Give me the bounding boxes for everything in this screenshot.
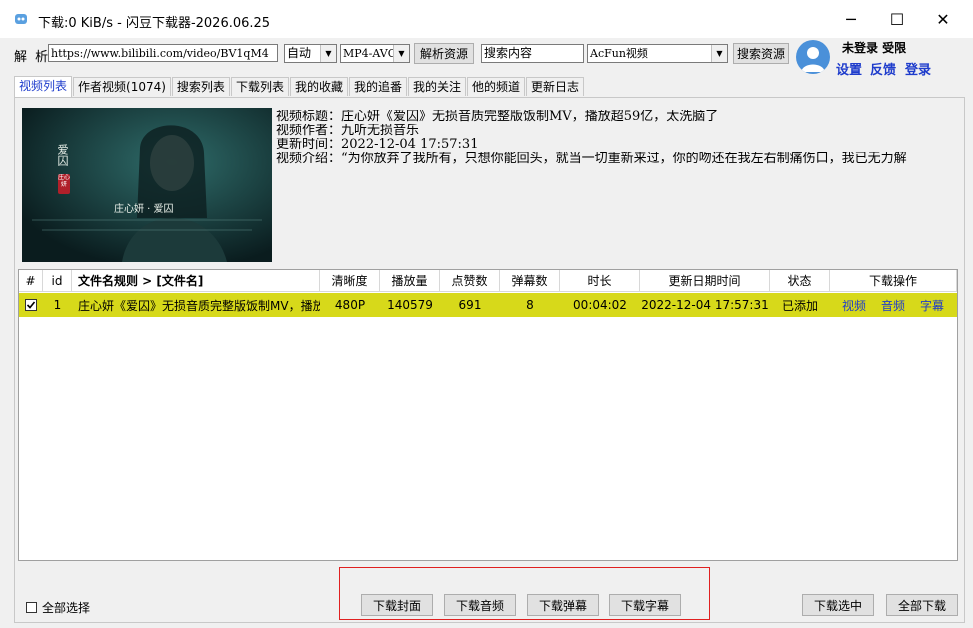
col-header-danmaku[interactable]: 弹幕数 xyxy=(500,270,560,292)
parse-button[interactable]: 解析资源 xyxy=(414,43,474,64)
row-updated: 2022-12-04 17:57:31 xyxy=(641,298,769,312)
video-title: 视频标题：庄心妍《爱囚》无损音质完整版饭制MV，播放超59亿，太洗脑了 xyxy=(276,110,719,124)
site-select[interactable]: AcFun视频 ▼ xyxy=(587,44,728,63)
tab-favorites[interactable]: 我的收藏 xyxy=(289,77,348,96)
window-title: 下载:0 KiB/s - 闪豆下载器-2026.06.25 xyxy=(38,16,271,31)
col-header-duration[interactable]: 时长 xyxy=(560,270,640,292)
select-all-label: 全部选择 xyxy=(42,601,91,615)
col-header-download-ops[interactable]: 下载操作 xyxy=(830,270,957,292)
download-cover-button[interactable]: 下载封面 xyxy=(361,594,433,616)
col-header-filename[interactable]: 文件名规则 > [文件名] xyxy=(72,270,320,292)
tab-video-list[interactable]: 视频列表 xyxy=(14,76,73,97)
row-plays: 140579 xyxy=(387,298,433,312)
mode-select-value: 自动 xyxy=(287,46,312,60)
row-duration: 00:04:02 xyxy=(573,298,627,312)
maximize-button[interactable]: ☐ xyxy=(874,0,920,38)
download-subtitle-button[interactable]: 下载字幕 xyxy=(609,594,681,616)
video-intro: 视频介绍：“为你放弃了我所有，只想你能回头，就当一切重新来过，你的吻还在我左右制… xyxy=(276,152,907,166)
row-danmaku: 8 xyxy=(526,298,534,312)
chevron-down-icon: ▼ xyxy=(320,45,336,62)
col-header-updated[interactable]: 更新日期时间 xyxy=(640,270,770,292)
chevron-down-icon: ▼ xyxy=(393,45,409,62)
feedback-link[interactable]: 反馈 xyxy=(870,59,896,78)
login-link[interactable]: 登录 xyxy=(905,59,931,78)
video-cover: 爱囚 庄心妍 庄心妍 · 爱囚 xyxy=(22,108,272,262)
chevron-down-icon: ▼ xyxy=(711,45,727,62)
avatar[interactable] xyxy=(796,40,830,74)
video-table: # id 文件名规则 > [文件名] 清晰度 播放量 点赞数 弹幕数 时长 更新… xyxy=(18,269,958,561)
minimize-button[interactable]: ─ xyxy=(828,0,874,38)
cover-title: 爱囚 xyxy=(56,144,69,166)
tab-channel[interactable]: 他的频道 xyxy=(467,77,526,96)
login-status: 未登录 受限 xyxy=(842,41,907,55)
tab-search-list[interactable]: 搜索列表 xyxy=(171,77,230,96)
download-audio-button[interactable]: 下载音频 xyxy=(444,594,516,616)
tab-bar: 视频列表 作者视频(1074) 搜索列表 下载列表 我的收藏 我的追番 我的关注… xyxy=(14,76,585,97)
row-download-subtitle-link[interactable]: 字幕 xyxy=(915,293,949,317)
user-icon xyxy=(801,47,825,72)
row-status: 已添加 xyxy=(781,298,818,313)
tab-author-videos[interactable]: 作者视频(1074) xyxy=(73,77,171,96)
tab-bangumi[interactable]: 我的追番 xyxy=(348,77,407,96)
tab-changelog[interactable]: 更新日志 xyxy=(526,77,585,96)
row-quality: 480P xyxy=(334,298,366,312)
table-row[interactable]: 1 庄心妍《爱囚》无损音质完整版饭制MV，播放 480P 140579 691 … xyxy=(19,293,957,317)
download-selected-button[interactable]: 下载选中 xyxy=(802,594,874,616)
format-select-value: MP4-AVC xyxy=(343,47,397,60)
col-header-id[interactable]: id xyxy=(43,270,72,292)
app-icon xyxy=(15,14,27,24)
col-header-index[interactable]: # xyxy=(19,270,43,292)
video-update-time: 更新时间：2022-12-04 17:57:31 xyxy=(276,138,479,152)
download-all-button[interactable]: 全部下载 xyxy=(886,594,958,616)
select-all-checkbox[interactable]: 全部选择 xyxy=(26,599,90,616)
settings-link[interactable]: 设置 xyxy=(836,59,862,78)
tab-download-list[interactable]: 下载列表 xyxy=(230,77,289,96)
row-download-video-link[interactable]: 视频 xyxy=(837,293,871,317)
col-header-likes[interactable]: 点赞数 xyxy=(440,270,500,292)
col-header-quality[interactable]: 清晰度 xyxy=(320,270,380,292)
row-filename: 庄心妍《爱囚》无损音质完整版饭制MV，播放 xyxy=(78,298,320,313)
row-index: 1 xyxy=(53,298,62,312)
cover-caption: 庄心妍 · 爱囚 xyxy=(114,204,174,215)
row-download-audio-link[interactable]: 音频 xyxy=(876,293,910,317)
row-likes: 691 xyxy=(458,298,482,312)
close-button[interactable]: ✕ xyxy=(920,0,966,38)
col-header-status[interactable]: 状态 xyxy=(770,270,830,292)
search-button[interactable]: 搜索资源 xyxy=(733,43,789,64)
checkbox-box[interactable] xyxy=(26,602,37,613)
col-header-plays[interactable]: 播放量 xyxy=(380,270,440,292)
tab-following[interactable]: 我的关注 xyxy=(407,77,466,96)
search-input[interactable]: 搜索内容 xyxy=(481,44,584,63)
row-checkbox[interactable] xyxy=(25,299,37,311)
download-danmaku-button[interactable]: 下载弹幕 xyxy=(527,594,599,616)
url-input[interactable]: https://www.bilibili.com/video/BV1qM4 xyxy=(48,44,278,62)
site-select-value: AcFun视频 xyxy=(590,47,648,60)
row-select-cell[interactable] xyxy=(19,293,43,317)
cover-seal: 庄心妍 xyxy=(58,174,70,188)
video-author: 视频作者：九听无损音乐 xyxy=(276,124,420,138)
format-select[interactable]: MP4-AVC ▼ xyxy=(340,44,410,63)
mode-select[interactable]: 自动 ▼ xyxy=(284,44,337,63)
